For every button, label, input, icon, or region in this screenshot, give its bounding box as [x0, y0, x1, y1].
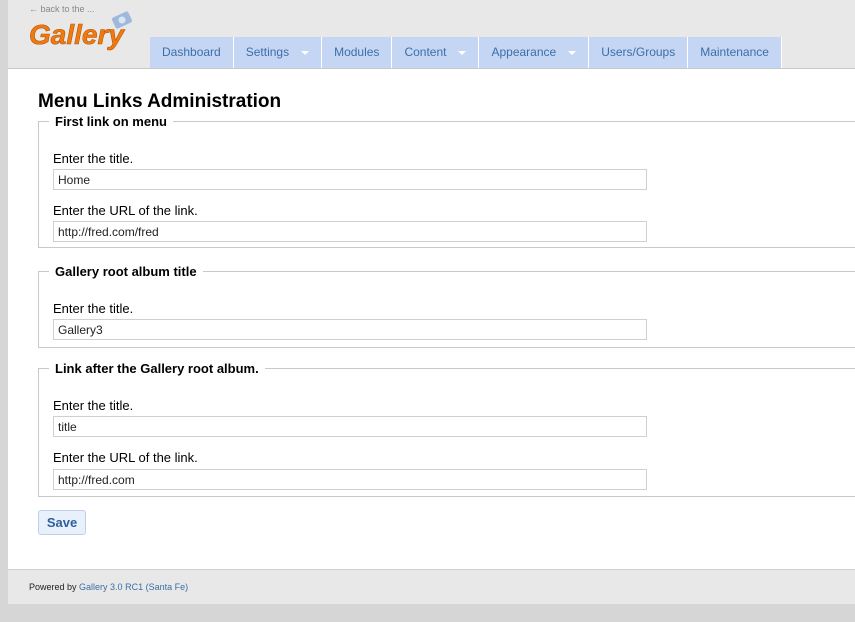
- menu-label: Content: [404, 45, 447, 59]
- gallery-logo[interactable]: Gallery: [28, 11, 136, 55]
- menu-settings[interactable]: Settings: [233, 37, 323, 68]
- footer: Powered by Gallery 3.0 RC1 (Santa Fe): [8, 569, 855, 604]
- menu-label: Appearance: [491, 45, 557, 59]
- caret-down-icon: [458, 50, 467, 55]
- menu-label: Maintenance: [700, 45, 769, 59]
- page-title: Menu Links Administration: [38, 91, 282, 112]
- after-link-fieldset: Link after the Gallery root album. Enter…: [38, 361, 855, 497]
- menu-content[interactable]: Content: [392, 37, 480, 68]
- url-label: Enter the URL of the link.: [53, 203, 198, 218]
- url-label: Enter the URL of the link.: [53, 450, 198, 465]
- fieldset-legend: First link on menu: [55, 114, 167, 129]
- admin-menu: Dashboard Settings Modules Content Appea…: [150, 37, 782, 68]
- save-button[interactable]: Save: [38, 510, 86, 535]
- menu-modules[interactable]: Modules: [322, 37, 393, 68]
- after-link-url-input[interactable]: [53, 469, 647, 490]
- after-link-title-input[interactable]: [53, 416, 647, 437]
- menu-appearance[interactable]: Appearance: [479, 37, 590, 68]
- root-album-fieldset: Gallery root album title Enter the title…: [38, 264, 855, 348]
- first-link-url-input[interactable]: [53, 221, 647, 242]
- fieldset-legend: Link after the Gallery root album.: [55, 361, 259, 376]
- gallery-version-link[interactable]: Gallery 3.0 RC1 (Santa Fe): [79, 582, 188, 592]
- menu-users-groups[interactable]: Users/Groups: [589, 37, 689, 68]
- powered-by-text: Powered by: [29, 582, 77, 592]
- logo-text: Gallery: [29, 19, 125, 50]
- caret-down-icon: [301, 50, 310, 55]
- title-label: Enter the title.: [53, 151, 134, 166]
- root-album-title-input[interactable]: [53, 319, 647, 340]
- caret-down-icon: [568, 50, 577, 55]
- fieldset-legend: Gallery root album title: [55, 264, 197, 279]
- first-link-title-input[interactable]: [53, 169, 647, 190]
- menu-label: Dashboard: [162, 45, 221, 59]
- title-label: Enter the title.: [53, 398, 134, 413]
- first-link-fieldset: First link on menu Enter the title. Ente…: [38, 114, 855, 248]
- footer-credits: Powered by Gallery 3.0 RC1 (Santa Fe): [29, 582, 188, 592]
- menu-maintenance[interactable]: Maintenance: [688, 37, 782, 68]
- title-label: Enter the title.: [53, 301, 134, 316]
- menu-dashboard[interactable]: Dashboard: [150, 37, 234, 68]
- page: ← back to the ... Gallery Dashboard Sett…: [8, 0, 855, 604]
- menu-label: Users/Groups: [601, 45, 676, 59]
- header: ← back to the ... Gallery Dashboard Sett…: [8, 0, 855, 69]
- menu-label: Settings: [245, 45, 290, 59]
- menu-label: Modules: [334, 45, 380, 59]
